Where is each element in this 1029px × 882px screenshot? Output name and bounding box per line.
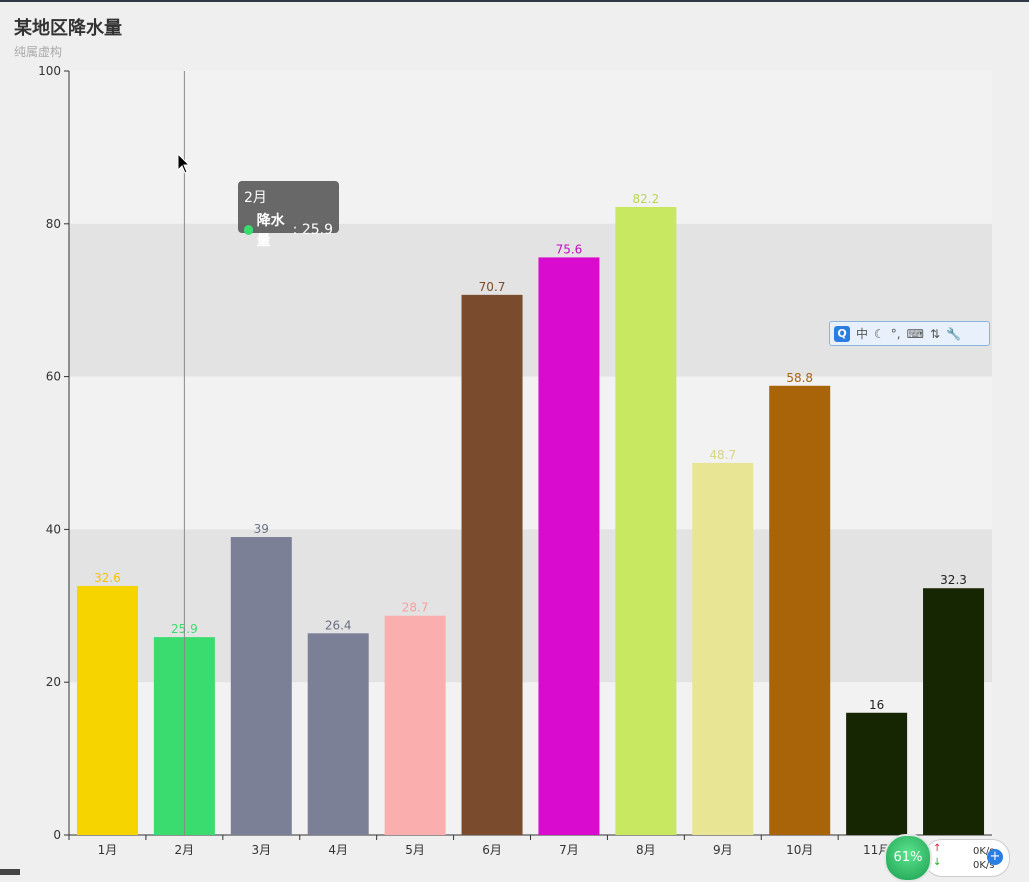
data-label: 16 [869, 698, 884, 712]
y-tick-label: 40 [46, 522, 61, 536]
x-tick-label: 2月 [175, 843, 195, 857]
tooltip-series-dot [244, 225, 253, 235]
data-label: 70.7 [479, 280, 506, 294]
moon-icon[interactable]: ☾ [874, 327, 885, 341]
bar [307, 633, 369, 835]
y-tick-label: 60 [46, 370, 61, 384]
x-tick-label: 7月 [559, 843, 579, 857]
upload-arrow-icon: ↑ [933, 843, 942, 854]
chart-tooltip: 2月 降水量 : 25.9 [238, 181, 339, 249]
data-label: 58.8 [786, 371, 813, 385]
x-tick-label: 4月 [328, 843, 348, 857]
simplified-traditional-icon[interactable]: ⇅ [930, 327, 940, 341]
keyboard-icon[interactable]: ⌨ [907, 327, 924, 341]
tooltip-series-name: 降水量 [256, 213, 285, 249]
data-label: 48.7 [709, 448, 736, 462]
data-label: 26.4 [325, 618, 352, 632]
tooltip-colon: : [292, 222, 302, 238]
x-tick-label: 6月 [482, 843, 502, 857]
data-label: 32.3 [940, 573, 967, 587]
data-label: 75.6 [556, 242, 583, 256]
y-tick-label: 0 [53, 828, 61, 842]
bar [461, 294, 523, 835]
punctuation-icon[interactable]: °, [891, 327, 901, 341]
y-tick-label: 20 [46, 675, 61, 689]
bar [769, 385, 831, 835]
ime-chinese-mode[interactable]: 中 [856, 325, 868, 342]
bar [384, 615, 446, 835]
bar [923, 588, 985, 835]
bar-chart: 0 20 40 60 80 100 32.6 1月 25.9 2月 39 3月 26.4 4月 28.7 5月… [38, 64, 992, 857]
x-tick-label: 10月 [786, 843, 813, 857]
tooltip-value: 25.9 [301, 222, 333, 238]
network-speed-panel: ↑ ↓ 0K/s 0K/s + [924, 839, 1010, 877]
mouse-cursor-icon [177, 153, 191, 174]
data-label: 82.2 [633, 192, 660, 206]
bar [846, 712, 908, 835]
x-tick-label: 9月 [713, 843, 733, 857]
x-tick-label: 3月 [251, 843, 271, 857]
grid-band [69, 223, 992, 377]
bar [615, 206, 677, 835]
x-tick-label: 1月 [98, 843, 118, 857]
download-arrow-icon: ↓ [933, 857, 942, 868]
taskbar-corner [0, 869, 20, 875]
network-monitor-widget[interactable]: ↑ ↓ 0K/s 0K/s + 61% [884, 834, 1010, 882]
x-tick-label: 5月 [405, 843, 425, 857]
accelerate-plus-icon[interactable]: + [987, 849, 1003, 865]
tooltip-category: 2月 [244, 190, 267, 206]
data-label: 32.6 [94, 571, 121, 585]
y-tick-label: 100 [38, 64, 61, 78]
bar [692, 462, 754, 835]
bar [230, 537, 292, 835]
y-tick-label: 80 [46, 217, 61, 231]
data-label: 28.7 [402, 601, 429, 615]
wrench-icon[interactable]: 🔧 [946, 327, 961, 341]
bar [76, 585, 138, 835]
data-label: 39 [254, 522, 269, 536]
bar [538, 257, 600, 835]
x-tick-label: 8月 [636, 843, 656, 857]
ime-logo-icon[interactable]: Q [834, 325, 850, 342]
ime-toolbar[interactable]: Q 中 ☾ °, ⌨ ⇅ 🔧 [829, 321, 990, 346]
